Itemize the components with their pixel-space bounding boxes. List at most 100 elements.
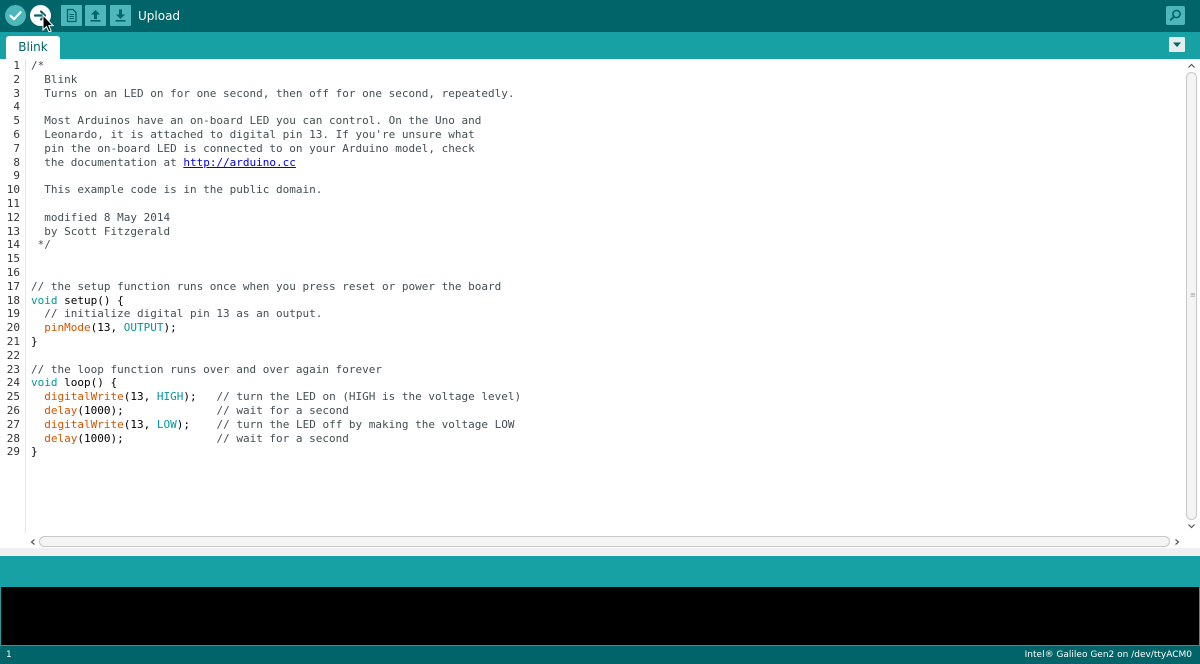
code-text: setup() {	[57, 293, 124, 307]
function-name: digitalWrite	[44, 390, 124, 404]
code-comment: // wait for a second	[216, 404, 349, 417]
tab-menu-button[interactable]	[1169, 37, 1185, 52]
code-line: the documentation at http://arduino.cc	[31, 156, 296, 170]
tab-bar: Blink	[0, 32, 1200, 59]
line-number-gutter: 1 2 3 4 5 6 7 8 9 10 11 12 13 14 15 16 1…	[0, 59, 26, 533]
line-indicator: 1	[6, 650, 12, 660]
code-text: );	[163, 321, 177, 335]
footer-bar: 1 Intel® Galileo Gen2 on /dev/ttyACM0	[0, 646, 1200, 664]
line-number: 25	[6, 390, 20, 404]
code-line: /*	[31, 59, 45, 72]
arrow-left-icon	[30, 539, 35, 545]
line-number: 2	[13, 72, 20, 86]
scroll-up-button[interactable]	[1186, 61, 1197, 71]
constant: LOW	[156, 417, 177, 431]
line-number: 11	[6, 197, 20, 210]
code-line: modified 8 May 2014	[31, 210, 171, 224]
console-output[interactable]	[0, 586, 1200, 646]
magnifier-icon	[1169, 9, 1181, 21]
arduino-ide-window: Upload Blink 1 2 3 4 5 6 7 8 9 10 11 12 …	[0, 0, 1200, 664]
verify-button[interactable]	[5, 5, 26, 26]
line-number: 22	[6, 348, 20, 362]
line-number: 14	[6, 238, 20, 252]
line-number: 18	[6, 293, 20, 307]
line-number: 7	[13, 141, 20, 155]
line-number: 16	[6, 266, 20, 279]
constant: HIGH	[156, 390, 184, 404]
scroll-down-button[interactable]	[1186, 521, 1197, 531]
code-comment: // turn the LED on (HIGH is the voltage …	[216, 390, 522, 404]
function-name: pinMode	[44, 321, 91, 335]
splitter-handle[interactable]	[0, 548, 1200, 556]
code-line: delay(1000); // wait for a second	[31, 404, 349, 418]
constant: OUTPUT	[123, 321, 164, 335]
line-number: 15	[6, 252, 20, 266]
save-button[interactable]	[110, 5, 131, 26]
scroll-left-button[interactable]	[28, 537, 38, 547]
line-number: 5	[13, 114, 20, 128]
code-text: );	[176, 417, 217, 431]
code-line: }	[31, 335, 38, 348]
function-name: digitalWrite	[44, 417, 124, 431]
arduino-link[interactable]: http://arduino.cc	[183, 156, 296, 169]
code-text: (1000);	[77, 431, 217, 445]
code-line: }	[31, 445, 38, 459]
line-number: 26	[6, 404, 20, 417]
line-number: 1	[13, 59, 20, 72]
new-file-icon	[66, 8, 77, 23]
toolbar-hover-label: Upload	[138, 9, 181, 23]
arrow-right-icon	[1175, 539, 1180, 545]
code-line: // the setup function runs once when you…	[31, 279, 502, 293]
chevron-down-icon	[1173, 42, 1181, 47]
scroll-right-button[interactable]	[1172, 537, 1182, 547]
arrow-down-icon	[1188, 524, 1195, 529]
line-number: 19	[6, 307, 20, 321]
code-line: delay(1000); // wait for a second	[31, 432, 349, 446]
line-number: 28	[6, 431, 20, 445]
code-text: (13,	[123, 390, 157, 404]
line-number: 8	[13, 155, 20, 169]
code-line: Most Arduinos have an on-board LED you c…	[31, 114, 482, 128]
line-number: 10	[6, 183, 20, 197]
line-number: 4	[13, 100, 20, 114]
code-line: void setup() {	[31, 294, 124, 308]
code-text: the documentation at	[31, 155, 184, 169]
serial-monitor-button[interactable]	[1166, 6, 1185, 25]
code-line: pinMode(13, OUTPUT);	[31, 321, 177, 335]
scroll-grip: ≡	[1190, 291, 1196, 299]
line-number: 21	[6, 335, 20, 348]
open-button[interactable]	[85, 5, 106, 26]
code-line: Turns on an LED on for one second, then …	[31, 86, 515, 100]
code-line: Blink	[31, 72, 78, 86]
board-port-info: Intel® Galileo Gen2 on /dev/ttyACM0	[1024, 650, 1192, 660]
line-number: 9	[13, 169, 20, 183]
code-text: loop() {	[57, 376, 118, 390]
code-text: (13,	[123, 417, 157, 431]
arrow-up-icon	[90, 10, 101, 22]
code-editor[interactable]: 1 2 3 4 5 6 7 8 9 10 11 12 13 14 15 16 1…	[0, 59, 1200, 533]
line-number: 20	[6, 321, 20, 335]
code-line: by Scott Fitzgerald	[31, 224, 171, 238]
line-number: 3	[13, 86, 20, 100]
code-line: // the loop function runs over and over …	[31, 362, 382, 376]
code-line: pin the on-board LED is connected to on …	[31, 141, 475, 155]
code-line: void loop() {	[31, 376, 117, 390]
code-line: digitalWrite(13, HIGH); // turn the LED …	[31, 390, 521, 404]
line-number: 17	[6, 279, 20, 293]
mouse-cursor-icon	[42, 14, 54, 33]
line-number: 23	[6, 362, 20, 376]
tab-blink[interactable]: Blink	[6, 36, 60, 59]
new-sketch-button[interactable]	[61, 5, 82, 26]
code-line: This example code is in the public domai…	[31, 183, 323, 197]
toolbar: Upload	[0, 0, 1200, 33]
function-name: delay	[44, 404, 78, 417]
code-text: (13,	[90, 321, 124, 335]
code-line: digitalWrite(13, LOW); // turn the LED o…	[31, 417, 514, 432]
horizontal-scroll-thumb[interactable]	[39, 536, 1170, 547]
code-line: // initialize digital pin 13 as an outpu…	[31, 307, 323, 321]
